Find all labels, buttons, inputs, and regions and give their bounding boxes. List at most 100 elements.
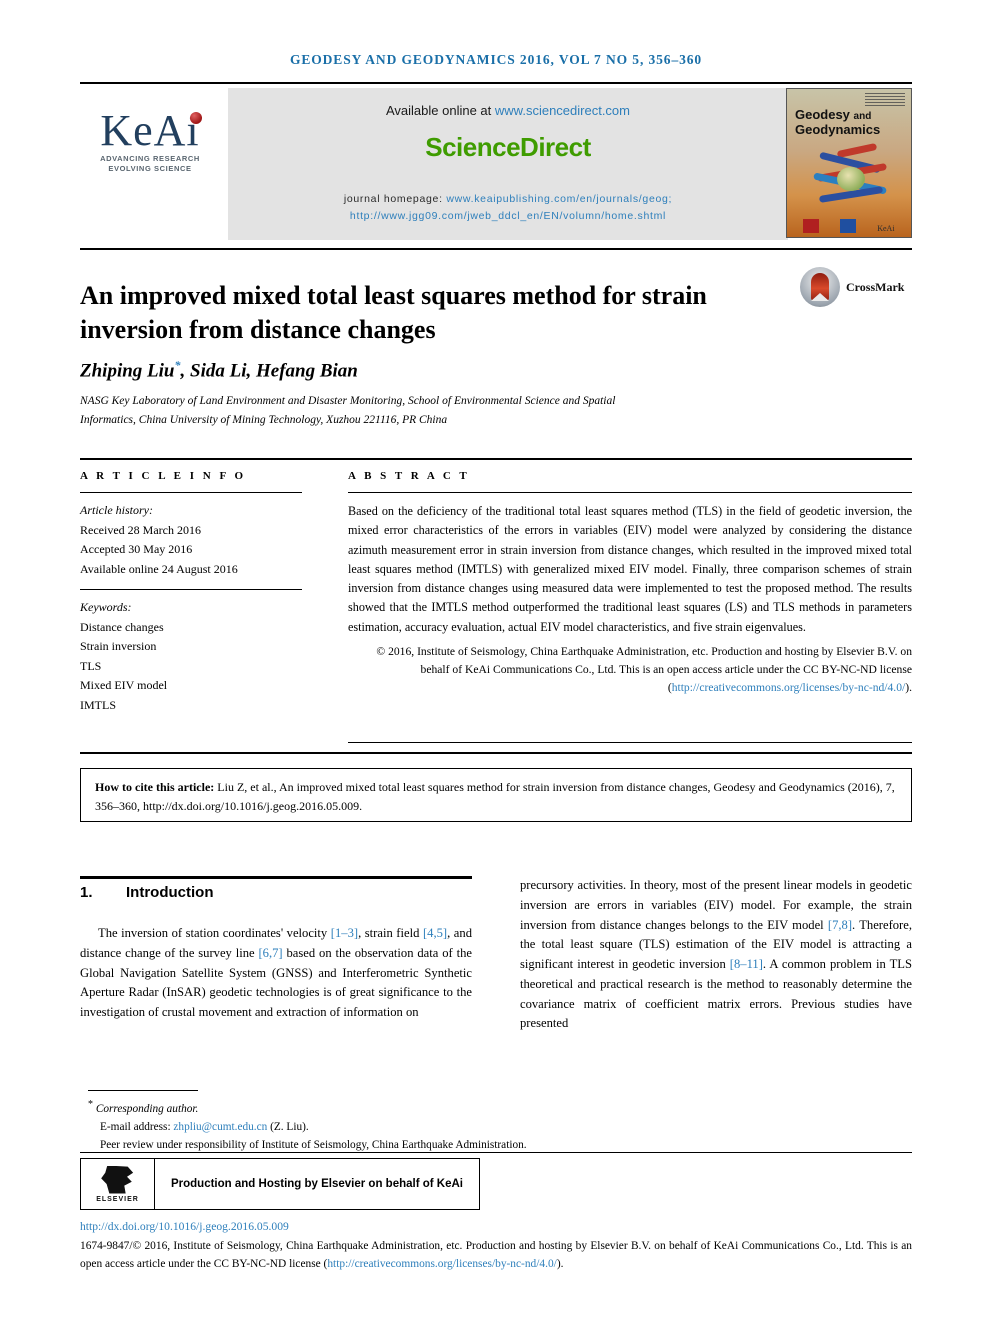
cover-top-text-block	[865, 93, 905, 107]
article-history-label: Article history:	[80, 503, 153, 517]
bottom-cc-license-link[interactable]: http://creativecommons.org/licenses/by-n…	[327, 1258, 556, 1270]
article-info-divider	[80, 492, 302, 493]
footnote-rule	[88, 1090, 198, 1091]
crossmark-icon	[800, 267, 840, 307]
footnote-email-line: E-mail address: zhpliu@cumt.edu.cn (Z. L…	[88, 1118, 888, 1136]
keyword-item: Mixed EIV model	[80, 678, 168, 693]
production-hosting-text: Production and Hosting by Elsevier on be…	[170, 1178, 463, 1190]
journal-homepage-url-1[interactable]: www.keaipublishing.com/en/journals/geog;	[446, 193, 672, 205]
cover-title-line1: Geodesy	[795, 107, 850, 122]
author-first: Zhiping Liu	[80, 360, 175, 382]
keywords-block: Keywords: Distance changes Strain invers…	[80, 598, 302, 715]
intro-paragraph-right: precursory activities. In theory, most o…	[520, 876, 912, 1034]
crossmark-label: CrossMark	[846, 279, 905, 294]
intro-left-b: , strain field	[358, 926, 423, 940]
article-history-block: Article history: Received 28 March 2016 …	[80, 501, 302, 579]
keai-logo: KeAi ADVANCING RESEARCH EVOLVING SCIENCE	[80, 109, 220, 174]
elsevier-tree-icon	[101, 1165, 134, 1194]
keyword-item: IMTLS	[80, 697, 116, 712]
citation-ref[interactable]: [4,5]	[423, 926, 447, 940]
body-column-right: precursory activities. In theory, most o…	[520, 876, 912, 1034]
how-to-cite-label: How to cite this article:	[95, 780, 215, 794]
sciencedirect-logo[interactable]: ScienceDirect	[228, 132, 788, 163]
footnote-corresponding: * Corresponding author.	[88, 1097, 888, 1118]
article-info-heading: A R T I C L E I N F O	[80, 470, 247, 482]
abstract-body: Based on the deficiency of the tradition…	[348, 504, 912, 634]
journal-homepage-url-2[interactable]: http://www.jgg09.com/jweb_ddcl_en/EN/vol…	[228, 208, 788, 225]
how-to-cite-text: Liu Z, et al., An improved mixed total l…	[95, 780, 895, 813]
abstract-heading: A B S T R A C T	[348, 470, 470, 482]
abstract-divider	[348, 492, 912, 493]
footnote-email-label: E-mail address:	[100, 1121, 174, 1134]
header-bottom-rule	[80, 248, 912, 250]
available-online-prefix: Available online at	[385, 103, 495, 118]
introduction-title: Introduction	[126, 884, 214, 901]
cover-title-line2: Geodynamics	[795, 121, 881, 137]
keai-wordmark-text: KeAi	[100, 109, 202, 153]
keyword-item: Strain inversion	[80, 639, 157, 654]
publisher-header-band: KeAi ADVANCING RESEARCH EVOLVING SCIENCE…	[80, 88, 912, 240]
article-history-online: Available online 24 August 2016	[80, 561, 238, 576]
journal-cover-thumbnail[interactable]: Geodesy and Geodynamics KeAi	[786, 88, 912, 238]
cover-mark-blue-icon	[840, 219, 857, 233]
article-history-accepted: Accepted 30 May 2016	[80, 542, 193, 557]
keywords-divider	[80, 589, 302, 591]
info-block-end-rule	[80, 752, 912, 754]
abstract-copyright: © 2016, Institute of Seismology, China E…	[348, 643, 912, 698]
elsevier-logo: ELSEVIER	[81, 1159, 155, 1209]
body-column-left: The inversion of station coordinates' ve…	[80, 924, 472, 1023]
keyword-item: TLS	[80, 658, 102, 673]
doi-link[interactable]: http://dx.doi.org/10.1016/j.geog.2016.05…	[80, 1220, 289, 1233]
cover-title: Geodesy and Geodynamics	[795, 107, 881, 137]
bottom-copyright: 1674-9847/© 2016, Institute of Seismolog…	[80, 1238, 912, 1273]
elsevier-wordmark: ELSEVIER	[96, 1195, 139, 1203]
footnote-email-tail: (Z. Liu).	[267, 1121, 309, 1134]
keywords-label: Keywords:	[80, 600, 132, 615]
intro-left-a: The inversion of station coordinates' ve…	[98, 926, 331, 940]
footnote-star-marker: *	[88, 1099, 93, 1110]
keai-red-dot-icon	[189, 112, 202, 124]
available-online-line: Available online at www.sciencedirect.co…	[228, 88, 788, 118]
author-email-link[interactable]: zhpliu@cumt.edu.cn	[173, 1121, 267, 1133]
cover-keai-label: KeAi	[877, 224, 895, 233]
footnote-block: * Corresponding author. E-mail address: …	[88, 1097, 888, 1155]
crossmark-badge[interactable]: CrossMark	[800, 266, 920, 308]
keyword-item: Distance changes	[80, 619, 164, 634]
sciencedirect-url-link[interactable]: www.sciencedirect.com	[495, 103, 630, 118]
abstract-column: A B S T R A C T Based on the deficiency …	[348, 470, 912, 698]
citation-ref[interactable]: [7,8]	[828, 918, 852, 932]
footnote-corresponding-label: Corresponding author.	[95, 1102, 199, 1115]
cover-title-and: and	[853, 111, 872, 122]
article-history-received: Received 28 March 2016	[80, 522, 201, 537]
cc-license-link[interactable]: http://creativecommons.org/licenses/by-n…	[672, 681, 906, 694]
journal-homepage-label: journal homepage:	[343, 193, 447, 205]
keai-tagline-line1: ADVANCING RESEARCH	[100, 153, 200, 163]
journal-masthead: GEODESY AND GEODYNAMICS 2016, VOL 7 NO 5…	[289, 52, 703, 67]
page-title: An improved mixed total least squares me…	[80, 281, 707, 345]
paper-page: GEODESY AND GEODYNAMICS 2016, VOL 7 NO 5…	[0, 0, 992, 1323]
abstract-end-rule	[348, 742, 912, 743]
citation-ref[interactable]: [8–11]	[730, 957, 763, 971]
cover-footer-marks: KeAi	[787, 219, 911, 233]
citation-ref[interactable]: [6,7]	[258, 946, 282, 960]
sciencedirect-banner: Available online at www.sciencedirect.co…	[228, 88, 788, 240]
author-list: Zhiping Liu*, Sida Li, Hefang Bian	[80, 358, 358, 382]
affiliation: NASG Key Laboratory of Land Environment …	[80, 395, 616, 426]
citation-ref[interactable]: [1–3]	[331, 926, 358, 940]
keai-tagline: ADVANCING RESEARCH EVOLVING SCIENCE	[80, 154, 220, 174]
production-hosting-box: ELSEVIER Production and Hosting by Elsev…	[80, 1158, 480, 1210]
keai-tagline-line2: EVOLVING SCIENCE	[108, 163, 192, 173]
footnote-bottom-rule	[80, 1152, 912, 1153]
author-rest: , Sida Li, Hefang Bian	[180, 360, 358, 382]
abstract-copyright-tail: ).	[905, 681, 912, 695]
bottom-copyright-b: ).	[556, 1257, 564, 1270]
info-section-rule	[80, 458, 912, 460]
introduction-number: 1.	[80, 884, 93, 901]
intro-paragraph-left: The inversion of station coordinates' ve…	[80, 924, 472, 1023]
cover-artwork-icon	[803, 142, 899, 209]
journal-homepage-line1: journal homepage: www.keaipublishing.com…	[228, 191, 788, 208]
introduction-rule	[80, 876, 472, 879]
article-info-column: A R T I C L E I N F O Article history: R…	[80, 470, 302, 715]
keai-wordmark-label: KeAi	[100, 106, 200, 155]
journal-homepage-block: journal homepage: www.keaipublishing.com…	[228, 191, 788, 226]
